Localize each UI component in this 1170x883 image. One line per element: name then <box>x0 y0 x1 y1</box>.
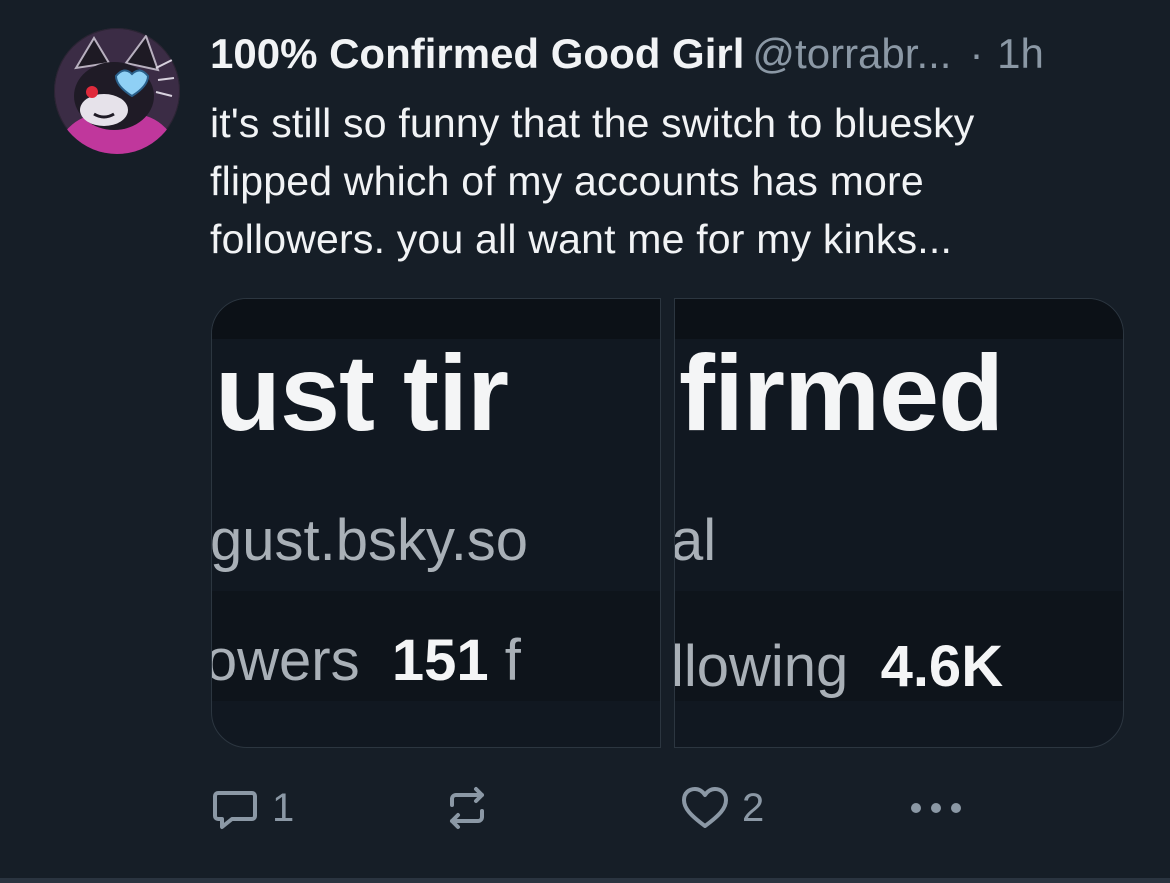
image-profile-handle: gust.bsky.so <box>211 508 529 573</box>
like-count: 2 <box>742 785 765 830</box>
post-actions: 1 2 <box>210 780 1140 836</box>
post-text: it's still so funny that the switch to b… <box>210 100 975 262</box>
image-profile-name: firmed <box>679 332 1004 453</box>
more-options-button[interactable] <box>906 780 966 836</box>
post-header: 100% Confirmed Good Girl @torrabr... · 1h <box>210 26 1140 82</box>
following-count: 4.6K <box>880 634 1004 699</box>
header-separator: · <box>969 30 984 77</box>
image-stats: lowers 151 f <box>211 628 521 693</box>
post-timestamp[interactable]: 1h <box>997 30 1044 77</box>
image-stats: llowing 4.6K <box>674 634 1004 699</box>
followers-label: lowers <box>211 628 360 693</box>
repost-button[interactable] <box>442 780 492 836</box>
reply-icon <box>213 791 257 829</box>
avatar-image <box>54 28 180 154</box>
image-profile-name: just tir <box>211 332 509 453</box>
followers-count: 151 <box>391 628 489 693</box>
post-image-right[interactable]: firmed al llowing 4.6K <box>674 298 1124 748</box>
image-profile-handle: al <box>674 508 717 573</box>
more-options-icon <box>911 803 961 813</box>
following-label-fragment: f <box>504 628 521 693</box>
repost-icon <box>450 787 484 829</box>
author-display-name[interactable]: 100% Confirmed Good Girl <box>210 30 744 77</box>
following-label: llowing <box>674 634 849 699</box>
avatar[interactable] <box>54 28 180 154</box>
author-handle[interactable]: @torrabr... <box>752 30 951 77</box>
reply-button[interactable]: 1 <box>210 780 294 836</box>
like-button[interactable]: 2 <box>680 780 764 836</box>
post-image-left[interactable]: just tir gust.bsky.so lowers 151 f <box>211 298 661 748</box>
reply-count: 1 <box>272 785 295 830</box>
post[interactable]: 100% Confirmed Good Girl @torrabr... · 1h … <box>0 0 1170 878</box>
post-divider <box>0 878 1170 883</box>
heart-icon <box>682 787 728 828</box>
